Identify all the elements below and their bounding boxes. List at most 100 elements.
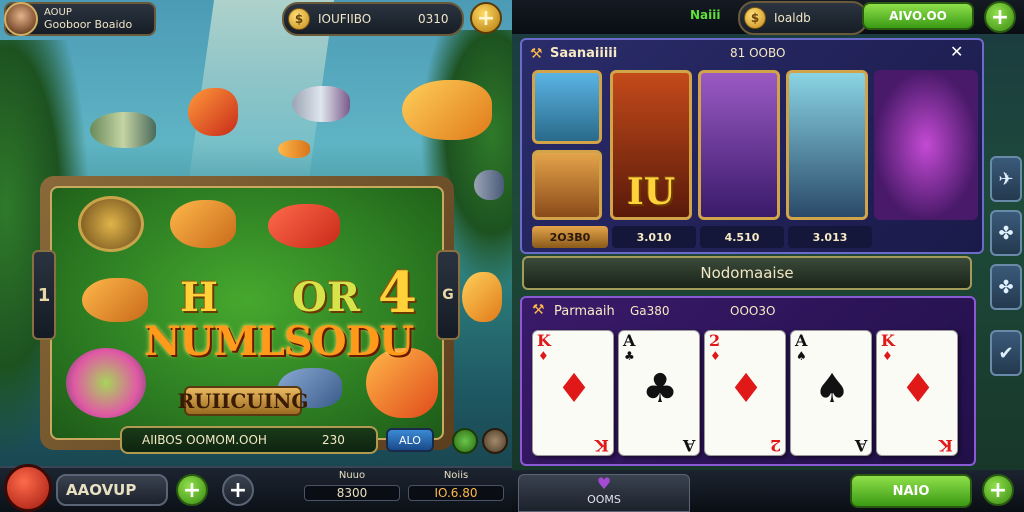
fish-icon [402, 80, 492, 140]
fish-icon [474, 170, 504, 200]
card-center-suit-icon: ♠ [814, 366, 850, 412]
tab-ooms[interactable]: ♥ OOMS [518, 474, 690, 512]
hero-card-2[interactable] [532, 150, 602, 220]
coin-bar-value: 0310 [418, 12, 449, 26]
cards-value-2: OOO3O [730, 304, 776, 318]
status-tag[interactable]: ALO [386, 428, 434, 452]
game-logo: NUMLSODU [144, 318, 414, 365]
card-rank: A [854, 436, 867, 455]
status-text: AIIBOS OOMOM.OOH [142, 433, 267, 447]
card-rank: K [537, 331, 551, 350]
refresh-icon[interactable] [452, 428, 478, 454]
stat-2-label: Noiis [443, 470, 469, 481]
hero-letters: IU [627, 171, 676, 213]
side-icon-1[interactable]: ✈ [990, 156, 1022, 202]
hero-card-1[interactable] [532, 70, 602, 144]
play-icon[interactable] [4, 464, 52, 512]
fishing-game-panel: AOUP Gooboor Boaido $ IOUFIIBO 0310 + H … [0, 0, 512, 512]
close-icon[interactable]: ✕ [950, 42, 963, 61]
playing-card[interactable]: K ♦ ♦ K [532, 330, 614, 456]
card-suit-icon: ♦ [710, 349, 721, 363]
card-suit-icon: ♣ [624, 349, 635, 363]
fish-medallion-icon[interactable] [78, 196, 144, 252]
hero-card-5[interactable] [786, 70, 868, 220]
left-bottom-bar: AAOVUP + + Nuuo 8300 Noiis IO.6.80 [0, 464, 512, 512]
stat-1-label: Nuuo [338, 470, 366, 481]
coin-icon: $ [744, 7, 766, 29]
playing-card[interactable]: A ♣ ♣ A [618, 330, 700, 456]
card-suit-icon: ♠ [796, 349, 807, 363]
card-rank: A [623, 331, 636, 350]
playing-card[interactable]: K ♦ ♦ K [876, 330, 958, 456]
board-side-tab-left[interactable]: 1 [32, 250, 56, 340]
mode-label: Naiii [690, 8, 721, 22]
hero-price-2[interactable]: 3.010 [612, 226, 696, 248]
board-surface: H OR 4 NUMLSODU RUIICUING [50, 186, 444, 440]
heroes-panel: ⚒ Saanaiiiii 81 OOBO ✕ IU 2O3B0 3.010 4.… [520, 38, 984, 254]
side-icon-4[interactable]: ✔ [990, 330, 1022, 376]
playing-card[interactable]: A ♠ ♠ A [790, 330, 872, 456]
fish-icon [90, 112, 156, 148]
side-icon-2[interactable]: ✤ [990, 210, 1022, 256]
card-rank: 2 [769, 436, 781, 455]
coin-bar: $ IOUFIIBO 0310 [282, 2, 464, 36]
shell-icon[interactable] [66, 348, 146, 418]
player-info[interactable]: AOUP Gooboor Boaido [4, 2, 156, 36]
add-button[interactable]: + [176, 474, 208, 506]
tab-ooms-label: OOMS [587, 493, 621, 506]
coin-icon: $ [288, 8, 310, 30]
hero-card-4[interactable] [698, 70, 780, 220]
coin-bar-label: IOUFIIBO [318, 12, 372, 26]
play-label[interactable]: AAOVUP [56, 474, 168, 506]
heroes-value: 81 OOBO [730, 46, 786, 60]
card-suit-icon: ♦ [882, 349, 893, 363]
fish-icon[interactable] [268, 204, 340, 248]
stat-2-value: IO.6.80 [408, 485, 504, 501]
hero-price-1[interactable]: 2O3B0 [532, 226, 608, 248]
right-coin-bar: $ Ioaldb [738, 1, 868, 35]
playing-card[interactable]: 2 ♦ ♦ 2 [704, 330, 786, 456]
rolling-button[interactable]: RUIICUING [178, 386, 308, 416]
settings-icon[interactable] [482, 428, 508, 454]
gift-button[interactable]: + [222, 474, 254, 506]
right-add-button[interactable]: + [984, 1, 1016, 33]
right-coin-label: Ioaldb [774, 11, 811, 25]
card-rank: K [881, 331, 895, 350]
card-center-suit-icon: ♦ [900, 366, 936, 412]
card-center-suit-icon: ♦ [556, 366, 592, 412]
side-icon-3[interactable]: ✤ [990, 264, 1022, 310]
stat-1: Nuuo 8300 [304, 470, 400, 510]
hero-price-4[interactable]: 3.013 [788, 226, 872, 248]
heroes-title: Saanaiiiii [550, 46, 618, 61]
banner: Nodomaaise [522, 256, 972, 290]
fish-icon [188, 88, 238, 136]
cards-panel: ⚒ Parmaaih Ga380 OOO3O K ♦ ♦ K A ♣ ♣ A 2 ♦ ♦ 2 A ♠ ♠ A K… [520, 296, 976, 466]
fish-icon[interactable] [82, 278, 148, 322]
card-rank: 2 [709, 331, 721, 350]
hammer-icon: ⚒ [532, 302, 545, 318]
card-rank: A [795, 331, 808, 350]
hammer-icon: ⚒ [530, 46, 543, 62]
card-suit-icon: ♦ [538, 349, 549, 363]
board-letter-or: OR [292, 274, 361, 321]
fish-icon[interactable] [170, 200, 236, 248]
hero-feature-art [874, 70, 978, 220]
bottom-add-button[interactable]: + [982, 474, 1014, 506]
stat-1-value: 8300 [304, 485, 400, 501]
add-coins-button[interactable]: + [470, 2, 502, 34]
right-top-bar: Naiii $ Ioaldb AIVO.OO + [512, 0, 1024, 35]
player-name-line2: Gooboor Boaido [44, 18, 133, 31]
action-button[interactable]: NAIO [850, 474, 972, 508]
board-letter-h: H [180, 274, 218, 321]
balance-button[interactable]: AIVO.OO [862, 2, 974, 30]
cards-title: Parmaaih [554, 304, 615, 319]
fish-icon [292, 86, 350, 122]
board-side-tab-right[interactable]: G [436, 250, 460, 340]
game-board: H OR 4 NUMLSODU RUIICUING [40, 176, 454, 450]
cards-value: Ga380 [630, 304, 670, 318]
hero-price-3[interactable]: 4.510 [700, 226, 784, 248]
card-center-suit-icon: ♣ [642, 366, 678, 412]
right-bottom-bar: ♥ OOMS NAIO + [512, 470, 1024, 512]
hero-card-3[interactable]: IU [610, 70, 692, 220]
board-letter-4: 4 [378, 260, 417, 326]
